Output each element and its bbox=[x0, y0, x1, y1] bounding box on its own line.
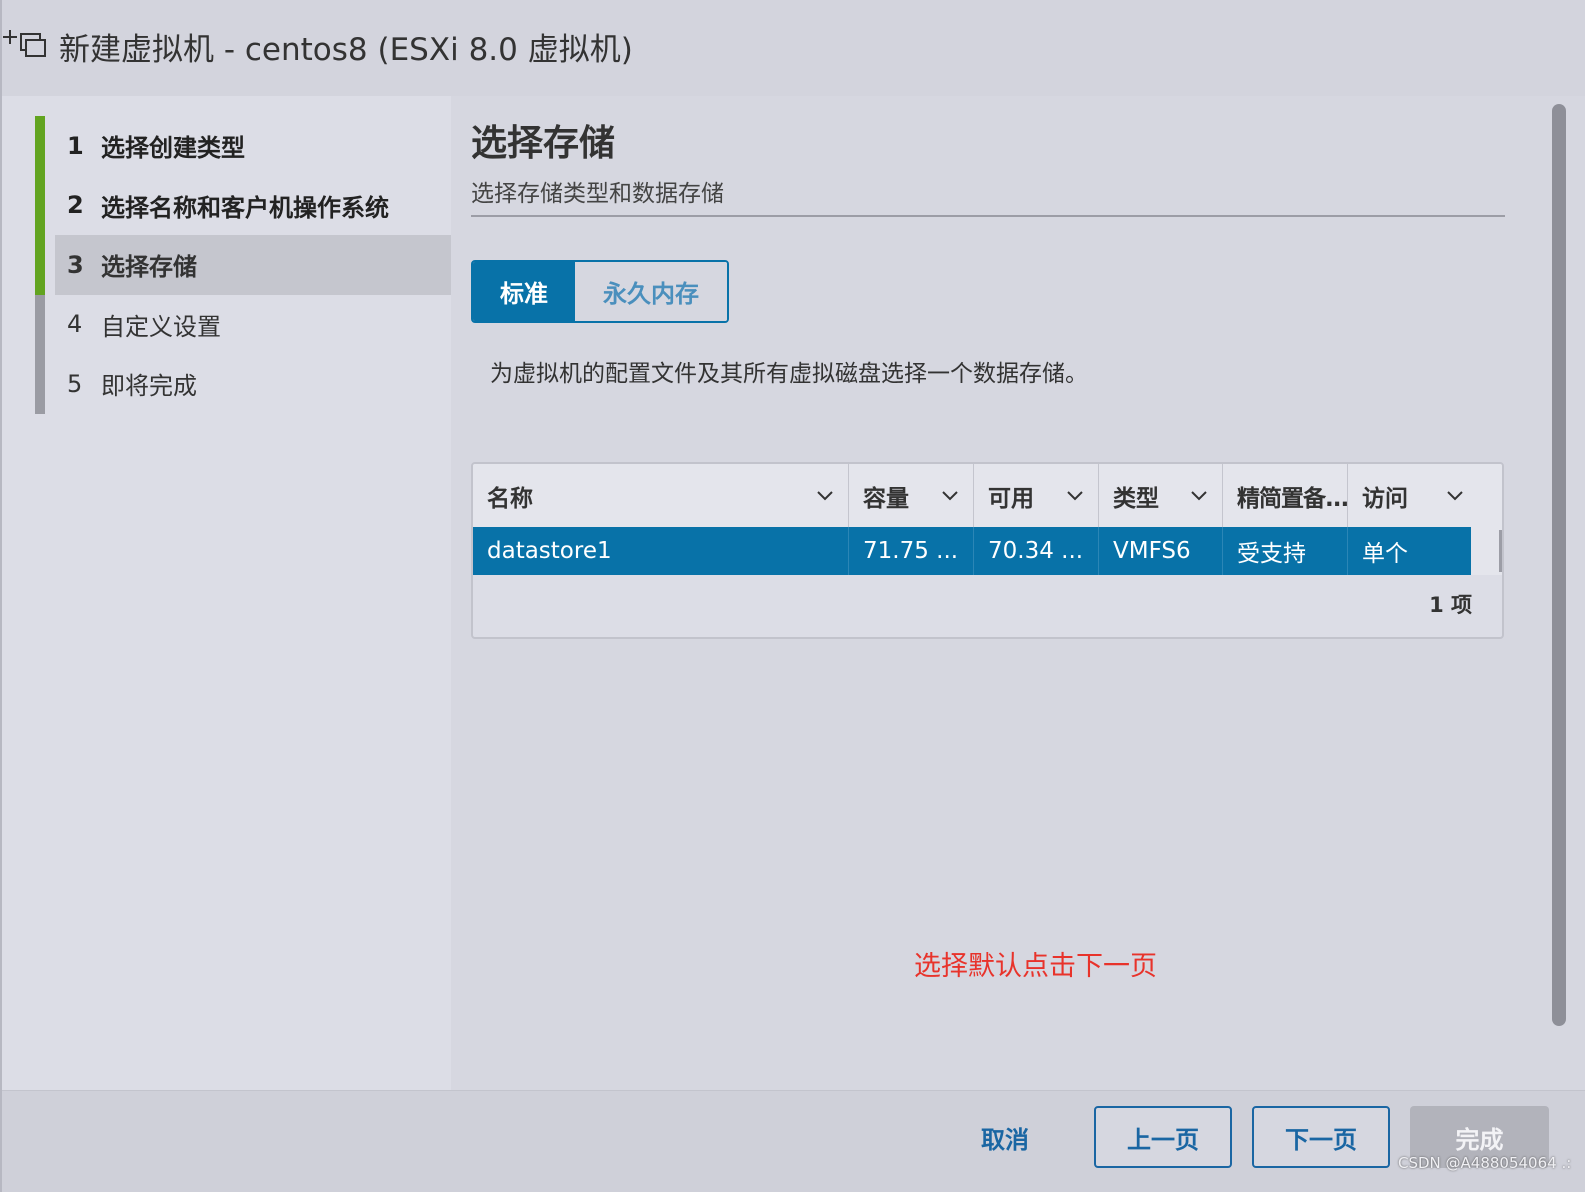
step-label: 选择创建类型 bbox=[101, 134, 245, 163]
previous-button[interactable]: 上一页 bbox=[1094, 1106, 1232, 1168]
cell-name: datastore1 bbox=[473, 527, 849, 575]
step-ready-to-complete[interactable]: 5 即将完成 bbox=[35, 354, 451, 414]
table-row-selected[interactable]: datastore1 71.75 ... 70.34 ... VMFS6 受支持… bbox=[473, 527, 1471, 575]
step-number: 2 bbox=[67, 191, 84, 220]
chevron-down-icon[interactable] bbox=[816, 486, 834, 504]
cell-type: VMFS6 bbox=[1099, 527, 1223, 575]
column-header-free[interactable]: 可用 bbox=[974, 464, 1099, 527]
step-number: 3 bbox=[67, 250, 84, 279]
cell-access: 单个 bbox=[1362, 541, 1408, 567]
header-divider bbox=[471, 215, 1505, 217]
dialog-footer: 取消 上一页 下一页 完成 bbox=[2, 1090, 1585, 1192]
watermark: CSDN @A488054064 .: bbox=[1398, 1154, 1572, 1172]
dialog-title: 新建虚拟机 - centos8 (ESXi 8.0 虚拟机) bbox=[59, 32, 633, 68]
next-button[interactable]: 下一页 bbox=[1252, 1106, 1390, 1168]
column-header-capacity[interactable]: 容量 bbox=[849, 464, 974, 527]
step-customize-settings[interactable]: 4 自定义设置 bbox=[35, 294, 451, 354]
chevron-down-icon[interactable] bbox=[1190, 486, 1208, 504]
table-scrollbar-track bbox=[1471, 527, 1502, 575]
wizard-steps-sidebar: 1 选择创建类型 2 选择名称和客户机操作系统 3 选择存储 4 自定义设置 5… bbox=[2, 96, 451, 1090]
cell-capacity: 71.75 ... bbox=[849, 527, 974, 575]
step-select-storage[interactable]: 3 选择存储 bbox=[35, 235, 451, 295]
step-progress-bar bbox=[35, 235, 45, 295]
step-number: 5 bbox=[67, 369, 83, 398]
step-label: 即将完成 bbox=[101, 372, 197, 401]
column-label: 类型 bbox=[1113, 485, 1159, 512]
step-number: 1 bbox=[67, 131, 84, 160]
table-header: 名称 容量 可用 类型 精简置备... 访问 bbox=[473, 464, 1502, 527]
column-header-access[interactable]: 访问 bbox=[1348, 464, 1502, 527]
main-content: 选择存储 选择存储类型和数据存储 标准 永久内存 为虚拟机的配置文件及其所有虚拟… bbox=[451, 96, 1585, 1090]
step-progress-bar bbox=[35, 175, 45, 235]
cell-free: 70.34 ... bbox=[974, 527, 1099, 575]
cancel-button[interactable]: 取消 bbox=[957, 1106, 1053, 1168]
tab-persistent-memory[interactable]: 永久内存 bbox=[575, 262, 727, 321]
step-select-name-os[interactable]: 2 选择名称和客户机操作系统 bbox=[35, 175, 451, 235]
tab-standard[interactable]: 标准 bbox=[473, 262, 575, 321]
step-progress-bar bbox=[35, 354, 45, 414]
column-header-name[interactable]: 名称 bbox=[473, 464, 849, 527]
new-vm-icon bbox=[3, 30, 46, 57]
step-progress-bar bbox=[35, 116, 45, 176]
table-scrollbar[interactable] bbox=[1499, 530, 1502, 572]
content-scrollbar[interactable] bbox=[1552, 104, 1566, 1026]
storage-description: 为虚拟机的配置文件及其所有虚拟磁盘选择一个数据存储。 bbox=[490, 361, 1088, 387]
new-vm-dialog: 新建虚拟机 - centos8 (ESXi 8.0 虚拟机) 1 选择创建类型 … bbox=[0, 0, 1585, 1192]
column-label: 容量 bbox=[863, 485, 909, 512]
table-item-count: 1 项 bbox=[1429, 593, 1472, 617]
chevron-down-icon[interactable] bbox=[1446, 486, 1464, 504]
storage-type-toggle: 标准 永久内存 bbox=[471, 260, 729, 323]
chevron-down-icon[interactable] bbox=[941, 486, 959, 504]
chevron-down-icon[interactable] bbox=[1066, 486, 1084, 504]
column-label: 名称 bbox=[487, 485, 533, 512]
annotation-note: 选择默认点击下一页 bbox=[914, 951, 1157, 982]
title-bar: 新建虚拟机 - centos8 (ESXi 8.0 虚拟机) bbox=[2, 0, 1585, 96]
step-select-creation-type[interactable]: 1 选择创建类型 bbox=[35, 116, 451, 176]
step-number: 4 bbox=[67, 310, 83, 339]
page-title: 选择存储 bbox=[471, 123, 616, 164]
step-label: 选择名称和客户机操作系统 bbox=[101, 193, 389, 222]
column-header-type[interactable]: 类型 bbox=[1099, 464, 1223, 527]
column-label: 访问 bbox=[1362, 485, 1408, 512]
step-label: 自定义设置 bbox=[101, 312, 221, 341]
column-label: 精简置备... bbox=[1237, 485, 1348, 512]
cell-thin-provisioning: 受支持 bbox=[1223, 527, 1348, 575]
column-label: 可用 bbox=[988, 485, 1034, 512]
column-header-thin-provisioning[interactable]: 精简置备... bbox=[1223, 464, 1348, 527]
datastore-table: 名称 容量 可用 类型 精简置备... 访问 datastore1 71.75 … bbox=[471, 462, 1504, 639]
step-list: 1 选择创建类型 2 选择名称和客户机操作系统 3 选择存储 4 自定义设置 5… bbox=[35, 116, 451, 414]
page-subtitle: 选择存储类型和数据存储 bbox=[471, 181, 724, 207]
step-label: 选择存储 bbox=[101, 253, 197, 282]
step-progress-bar bbox=[35, 294, 45, 354]
